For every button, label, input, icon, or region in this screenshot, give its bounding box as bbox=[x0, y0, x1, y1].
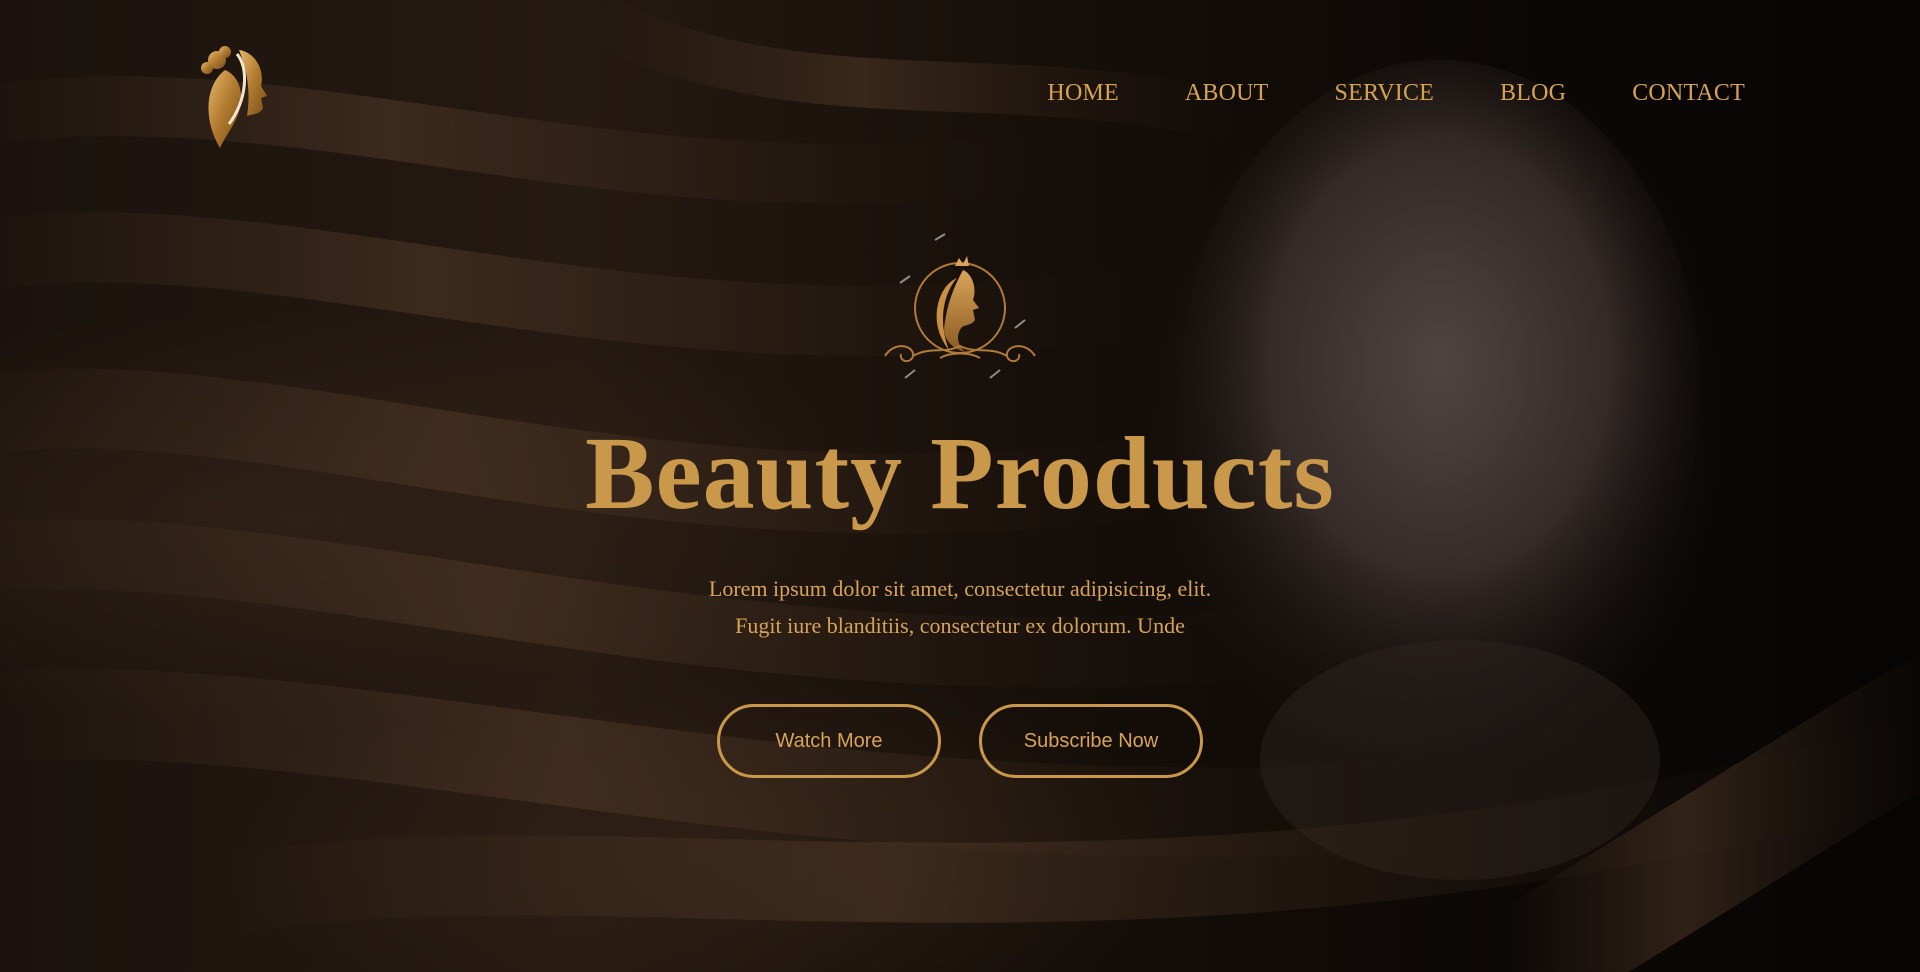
woman-profile-logo-icon[interactable] bbox=[195, 40, 275, 152]
crowned-woman-emblem-icon bbox=[884, 233, 1036, 379]
hero-description: Lorem ipsum dolor sit amet, consectetur … bbox=[0, 570, 1920, 644]
nav-contact[interactable]: CONTACT bbox=[1632, 80, 1745, 107]
nav-about[interactable]: ABOUT bbox=[1185, 80, 1269, 107]
page-title: Beauty Products bbox=[585, 416, 1335, 531]
hero-description-line-2: Fugit iure blanditiis, consectetur ex do… bbox=[735, 613, 1185, 638]
watch-more-button[interactable]: Watch More bbox=[717, 704, 941, 778]
hero-description-line-1: Lorem ipsum dolor sit amet, consectetur … bbox=[708, 576, 1212, 601]
hero-section: HOME ABOUT SERVICE BLOG CONTACT Beauty P… bbox=[0, 0, 1920, 972]
subscribe-now-button[interactable]: Subscribe Now bbox=[979, 704, 1203, 778]
nav-blog[interactable]: BLOG bbox=[1500, 80, 1566, 107]
nav-service[interactable]: SERVICE bbox=[1335, 80, 1435, 107]
main-nav: HOME ABOUT SERVICE BLOG CONTACT bbox=[1047, 80, 1745, 107]
hero-buttons: Watch More Subscribe Now bbox=[0, 704, 1920, 778]
nav-home[interactable]: HOME bbox=[1047, 80, 1118, 107]
